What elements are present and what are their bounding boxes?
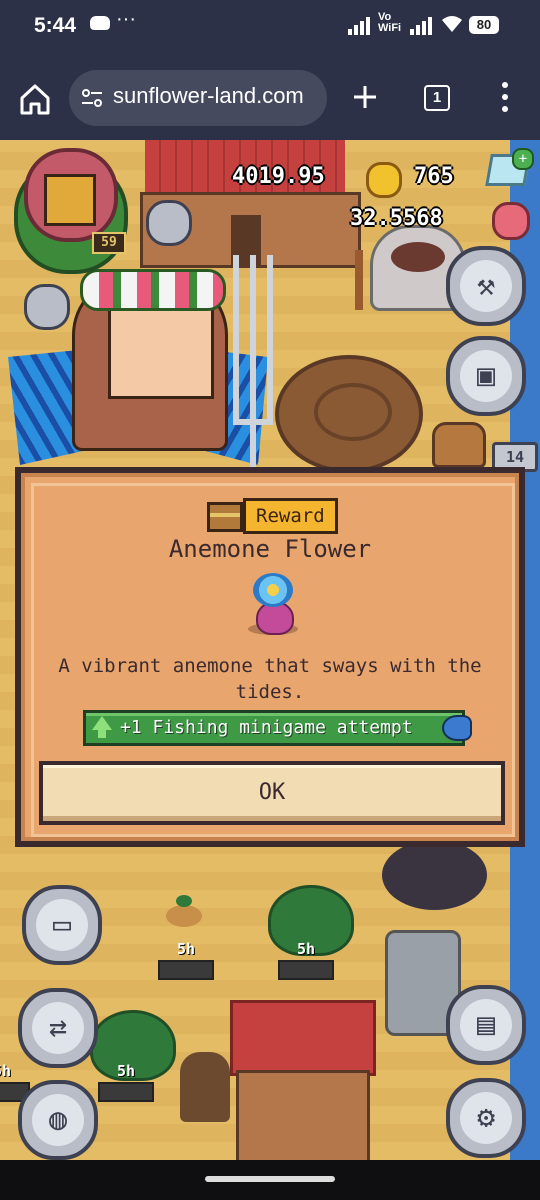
hammer-icon: ⚒ <box>476 268 496 303</box>
bonus-text: +1 Fishing minigame attempt <box>120 717 413 738</box>
gesture-nav-bar <box>0 1160 540 1200</box>
inventory-button[interactable]: ▣ <box>446 336 526 416</box>
url-text[interactable]: sunflower-land.com <box>113 83 323 109</box>
home-gesture-pill[interactable] <box>205 1176 335 1182</box>
home-icon[interactable] <box>18 82 52 116</box>
wifi-icon <box>442 16 462 32</box>
reward-badge-label: Reward <box>243 498 338 534</box>
status-time: 5:44 <box>34 14 77 37</box>
crop-timer-text: 5h <box>296 940 316 958</box>
battery-icon: 80 <box>469 16 499 34</box>
cell-signal-2-icon <box>410 17 434 35</box>
flower-crown <box>80 269 226 311</box>
status-bar: 5:44 ··· Vo WiFi 80 <box>0 0 540 56</box>
travel-button[interactable]: ⇄ <box>18 988 98 1068</box>
crop-timer: 5h <box>278 940 334 980</box>
pitchfork <box>233 255 273 485</box>
fish-icon <box>442 715 472 741</box>
crop-plot[interactable] <box>166 895 202 927</box>
globe-icon: ◍ <box>48 1102 68 1137</box>
calendar-icon[interactable] <box>24 284 70 330</box>
market-stall[interactable] <box>230 1000 376 1160</box>
level-badge: 59 <box>92 232 126 254</box>
reward-title: Anemone Flower <box>168 535 372 563</box>
swap-arrows-icon: ⇄ <box>48 1010 68 1045</box>
cell-signal-icon <box>348 17 372 35</box>
chest-icon: ▣ <box>476 358 496 393</box>
treasure-chest-icon <box>207 502 243 532</box>
player-avatar[interactable]: 59 <box>14 148 128 274</box>
crop-timer: 5h <box>98 1062 154 1102</box>
coins-balance: 4019.95 <box>232 164 325 189</box>
anemone-petals <box>253 573 293 607</box>
market-counter <box>236 1070 370 1160</box>
buy-gems-button[interactable]: + <box>512 148 534 170</box>
address-bar[interactable]: sunflower-land.com <box>69 70 327 126</box>
well-hole <box>391 242 445 272</box>
character-face <box>108 303 214 399</box>
coins-icon <box>366 162 402 198</box>
gear-icon: ⚙ <box>476 1100 496 1135</box>
new-tab-icon[interactable] <box>352 84 378 110</box>
crop-timer-text: 5h <box>0 1062 12 1080</box>
settings-button[interactable]: ⚙ <box>446 1078 526 1158</box>
site-settings-icon[interactable] <box>81 88 103 108</box>
gems-balance: 765 <box>414 164 454 189</box>
farmer-npc[interactable] <box>180 1052 230 1122</box>
save-button[interactable]: ▤ <box>446 985 526 1065</box>
crop-timer-text: 5h <box>176 940 196 958</box>
clock-icon[interactable] <box>146 200 192 246</box>
stump-ring <box>314 383 392 441</box>
anemone-flower-icon <box>248 573 298 635</box>
reward-modal: Reward Anemone Flower A vibrant anemone … <box>15 467 525 847</box>
browser-menu-icon[interactable] <box>500 82 510 116</box>
flower-balance: 32.5568 <box>350 206 443 231</box>
save-icon: ▤ <box>476 1007 496 1042</box>
more-notifications-icon: ··· <box>116 8 136 30</box>
crop-timer: 5h <box>158 940 214 980</box>
discord-icon <box>90 16 110 30</box>
bonus-banner: +1 Fishing minigame attempt <box>83 710 472 746</box>
up-arrow-icon <box>92 716 112 738</box>
chat-icon: ▭ <box>52 907 72 942</box>
vowifi-label: Vo WiFi <box>378 11 402 34</box>
dig-hole <box>382 840 487 910</box>
chat-button[interactable]: ▭ <box>22 885 102 965</box>
flower-token-icon <box>492 202 530 240</box>
avatar-face <box>44 174 96 226</box>
market-awning <box>230 1000 376 1076</box>
reward-description: A vibrant anemone that sways with the ti… <box>58 655 482 703</box>
world-button[interactable]: ◍ <box>18 1080 98 1160</box>
browser-toolbar: sunflower-land.com 1 <box>0 56 540 140</box>
build-button[interactable]: ⚒ <box>446 246 526 326</box>
crop-timer-text: 5h <box>116 1062 136 1080</box>
ok-button[interactable]: OK <box>39 761 505 825</box>
pet-dog[interactable] <box>432 422 486 468</box>
tab-switcher-button[interactable]: 1 <box>424 85 450 111</box>
